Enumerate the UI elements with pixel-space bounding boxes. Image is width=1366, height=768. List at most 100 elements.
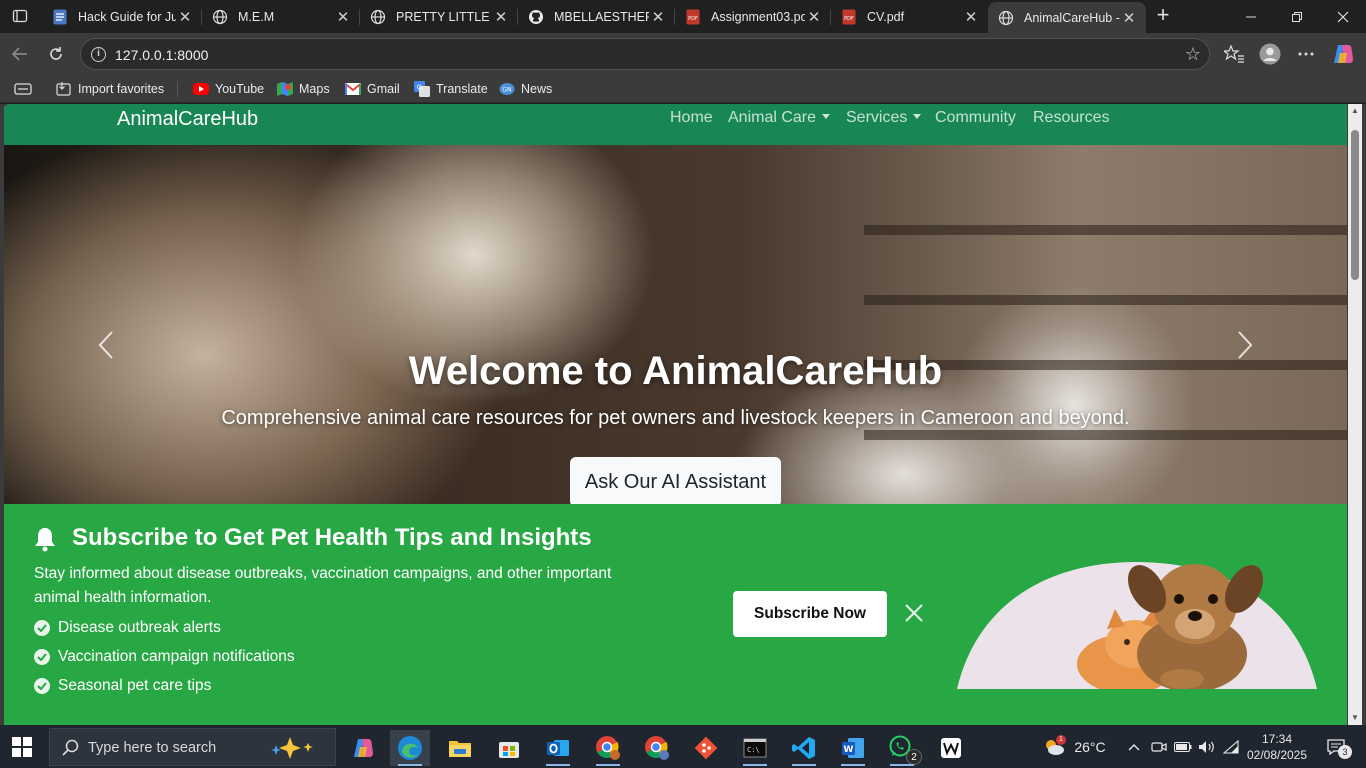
taskbar-whatsapp[interactable]: 2 bbox=[882, 730, 922, 766]
nav-services[interactable]: Services bbox=[846, 109, 922, 127]
tray-meet-button[interactable] bbox=[1148, 725, 1170, 768]
svg-text:G: G bbox=[417, 84, 422, 92]
taskbar-word[interactable]: W bbox=[833, 730, 873, 766]
hero-title: Welcome to AnimalCareHub bbox=[408, 349, 943, 393]
feature-label: Seasonal pet care tips bbox=[58, 677, 212, 694]
taskbar-terminal[interactable]: C:\ bbox=[735, 730, 775, 766]
scroll-down-icon[interactable]: ▼ bbox=[1350, 713, 1360, 723]
app-icon bbox=[941, 738, 961, 758]
nav-resources[interactable]: Resources bbox=[1033, 109, 1109, 127]
page-scrollbar[interactable]: ▲ ▼ bbox=[1348, 104, 1362, 725]
favorite-import[interactable]: Import favorites bbox=[56, 79, 164, 99]
dismiss-banner-icon[interactable] bbox=[903, 602, 925, 624]
favorite-translate[interactable]: G Translate bbox=[414, 79, 488, 99]
favorite-label: Translate bbox=[436, 82, 488, 96]
favorite-star-icon[interactable]: ☆ bbox=[1185, 44, 1201, 65]
taskbar-chrome-profile-1[interactable] bbox=[588, 730, 628, 766]
battery-icon bbox=[1174, 741, 1192, 752]
tab-label: CV.pdf bbox=[867, 9, 905, 24]
close-icon bbox=[1337, 11, 1349, 22]
taskbar-edge[interactable] bbox=[390, 730, 430, 766]
site-navbar: AnimalCareHub Home Animal Care Services … bbox=[4, 104, 1347, 145]
favorite-youtube[interactable]: YouTube bbox=[193, 79, 264, 99]
taskbar-file-explorer[interactable] bbox=[440, 730, 480, 766]
back-button[interactable] bbox=[6, 41, 34, 67]
taskbar-git[interactable] bbox=[686, 730, 726, 766]
weather-widget[interactable]: 1 26°C bbox=[1040, 725, 1108, 768]
clock-time: 17:34 bbox=[1261, 731, 1293, 746]
copilot-button[interactable] bbox=[1329, 41, 1357, 67]
subscribe-title: Subscribe to Get Pet Health Tips and Ins… bbox=[72, 524, 592, 551]
tab-animalcarehub[interactable]: AnimalCareHub - ✕ bbox=[988, 2, 1146, 33]
close-tab-icon[interactable]: ✕ bbox=[334, 8, 352, 26]
show-hidden-icons-button[interactable] bbox=[1124, 725, 1144, 768]
new-tab-button[interactable]: + bbox=[1150, 4, 1176, 28]
subscribe-banner: Subscribe to Get Pet Health Tips and Ins… bbox=[4, 504, 1347, 725]
nav-home[interactable]: Home bbox=[670, 109, 713, 127]
tab-hack-guide[interactable]: Hack Guide for Jul ✕ bbox=[42, 0, 202, 33]
address-bar[interactable]: i 127.0.0.1:8000 ☆ bbox=[80, 38, 1210, 70]
volume-icon bbox=[1199, 740, 1214, 753]
close-window-button[interactable] bbox=[1320, 0, 1366, 33]
close-tab-icon[interactable]: ✕ bbox=[649, 8, 667, 26]
taskbar-notion[interactable] bbox=[931, 730, 971, 766]
tab-cv-pdf[interactable]: PDF CV.pdf ✕ bbox=[831, 0, 988, 33]
restore-button[interactable] bbox=[1274, 0, 1320, 33]
subscribe-now-button[interactable]: Subscribe Now bbox=[733, 591, 887, 637]
site-info-icon[interactable]: i bbox=[91, 47, 106, 62]
close-tab-icon[interactable]: ✕ bbox=[805, 8, 823, 26]
close-tab-icon[interactable]: ✕ bbox=[492, 8, 510, 26]
tray-battery-button[interactable] bbox=[1172, 725, 1194, 768]
search-placeholder: Type here to search bbox=[88, 740, 217, 756]
settings-more-button[interactable] bbox=[1292, 41, 1320, 67]
whatsapp-badge: 2 bbox=[906, 749, 922, 765]
profile-button[interactable] bbox=[1256, 41, 1284, 67]
tab-github[interactable]: MBELLAESTHER/M ✕ bbox=[518, 0, 675, 33]
favorite-label: Gmail bbox=[367, 82, 400, 96]
notification-center-button[interactable]: 3 bbox=[1318, 725, 1354, 768]
url-text[interactable]: 127.0.0.1:8000 bbox=[115, 47, 208, 63]
nav-animal-care[interactable]: Animal Care bbox=[728, 109, 831, 127]
feature-label: Vaccination campaign notifications bbox=[58, 648, 295, 665]
tab-label: M.E.M bbox=[238, 9, 275, 24]
clock-date: 02/08/2025 bbox=[1246, 747, 1308, 762]
taskbar-chrome-profile-2[interactable] bbox=[637, 730, 677, 766]
scrollbar-thumb[interactable] bbox=[1351, 130, 1359, 280]
close-tab-icon[interactable]: ✕ bbox=[1120, 9, 1138, 27]
taskbar-search-box[interactable]: Type here to search bbox=[49, 728, 336, 766]
favorite-label: YouTube bbox=[215, 82, 265, 96]
tab-pretty-little[interactable]: PRETTY LITTLE TH ✕ bbox=[360, 0, 518, 33]
tray-volume-button[interactable] bbox=[1196, 725, 1218, 768]
taskbar-vscode[interactable] bbox=[784, 730, 824, 766]
nav-label: Animal Care bbox=[728, 109, 817, 126]
system-clock[interactable]: 17:34 02/08/2025 bbox=[1244, 725, 1310, 768]
refresh-button[interactable] bbox=[42, 41, 70, 67]
ask-ai-assistant-button[interactable]: Ask Our AI Assistant bbox=[570, 457, 781, 504]
tab-actions-button[interactable] bbox=[6, 5, 34, 27]
check-circle-icon bbox=[34, 620, 50, 636]
chevron-up-icon bbox=[1128, 743, 1140, 750]
feature-label: Disease outbreak alerts bbox=[58, 619, 221, 636]
minimize-button[interactable] bbox=[1228, 0, 1274, 33]
taskbar-copilot[interactable] bbox=[343, 730, 383, 766]
edge-icon bbox=[398, 736, 422, 760]
tab-mem[interactable]: M.E.M ✕ bbox=[202, 0, 360, 33]
maps-icon bbox=[277, 81, 293, 97]
taskbar-outlook[interactable] bbox=[538, 730, 578, 766]
windows-start-icon[interactable] bbox=[12, 737, 32, 757]
close-tab-icon[interactable]: ✕ bbox=[176, 8, 194, 26]
close-tab-icon[interactable]: ✕ bbox=[962, 8, 980, 26]
favorite-label: News bbox=[521, 82, 553, 96]
favorite-maps[interactable]: Maps bbox=[277, 79, 330, 99]
nav-community[interactable]: Community bbox=[935, 109, 1016, 127]
favorite-label: Maps bbox=[299, 82, 330, 96]
reading-view-button[interactable] bbox=[14, 79, 32, 99]
favorite-news[interactable]: GN News bbox=[499, 79, 552, 99]
favorites-button[interactable] bbox=[1220, 41, 1248, 67]
site-brand[interactable]: AnimalCareHub bbox=[117, 108, 258, 131]
tray-network-button[interactable] bbox=[1220, 725, 1242, 768]
favorite-gmail[interactable]: Gmail bbox=[345, 79, 400, 99]
scroll-up-icon[interactable]: ▲ bbox=[1350, 106, 1360, 116]
taskbar-store[interactable] bbox=[489, 730, 529, 766]
tab-assignment-pdf[interactable]: PDF Assignment03.pdf ✕ bbox=[675, 0, 831, 33]
